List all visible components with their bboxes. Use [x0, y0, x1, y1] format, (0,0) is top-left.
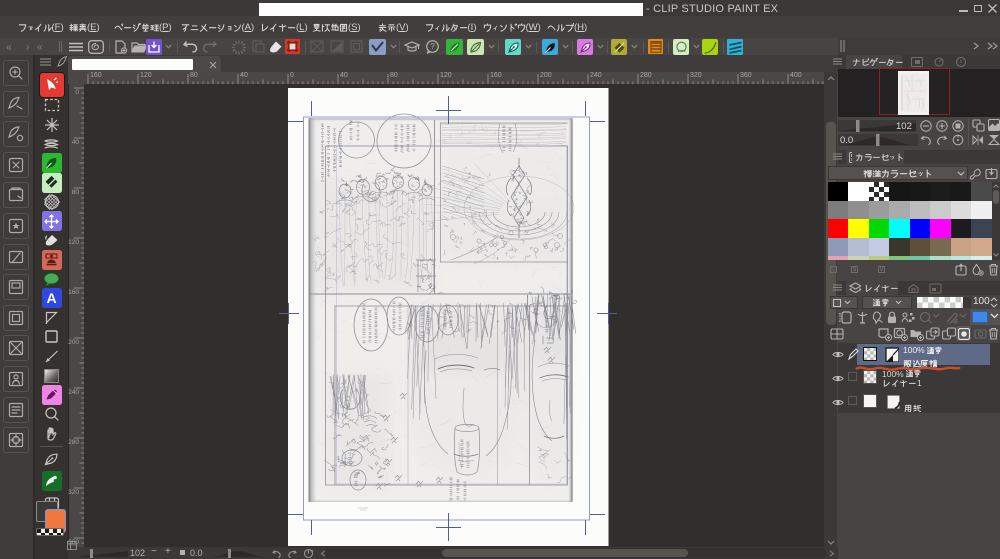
svg-text:?: ?	[430, 42, 435, 51]
